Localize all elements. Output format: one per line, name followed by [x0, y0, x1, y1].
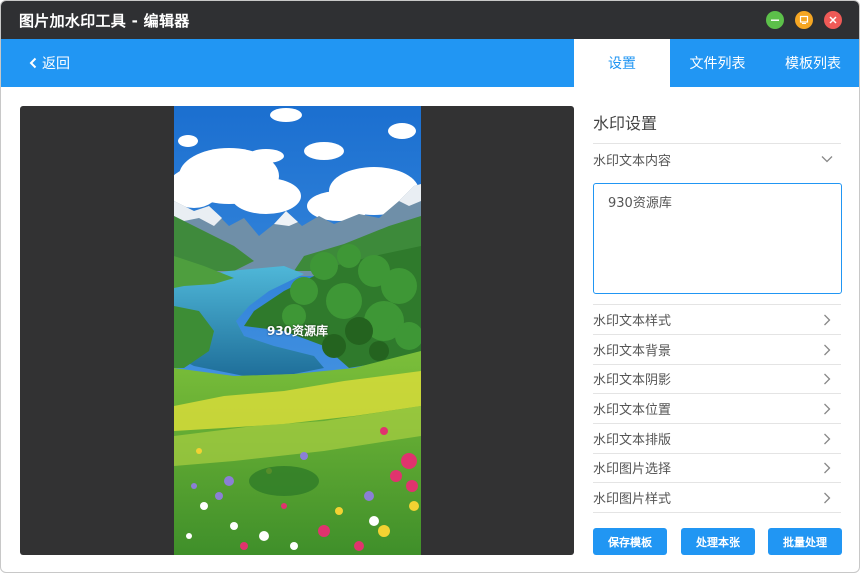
- chevron-right-icon: [824, 462, 831, 473]
- maximize-button[interactable]: [795, 11, 813, 29]
- divider: [593, 512, 841, 513]
- option-label: 水印文本背景: [593, 344, 672, 359]
- section-watermark-text-content[interactable]: 水印文本内容: [593, 143, 841, 175]
- option-label: 水印文本样式: [593, 314, 672, 329]
- chevron-left-icon: [29, 57, 37, 69]
- chevron-right-icon: [824, 373, 831, 384]
- back-button[interactable]: 返回: [28, 39, 70, 87]
- close-icon: [829, 16, 837, 24]
- minimize-button[interactable]: [766, 11, 784, 29]
- option-label: 水印图片选择: [593, 462, 672, 477]
- top-nav: 返回 设置 文件列表 模板列表: [1, 39, 859, 87]
- tab-template-list[interactable]: 模板列表: [765, 39, 859, 87]
- title-bar[interactable]: 图片加水印工具 - 编辑器: [1, 1, 859, 39]
- tab-settings[interactable]: 设置: [574, 39, 670, 87]
- process-current-button[interactable]: 处理本张: [681, 528, 755, 555]
- option-label: 水印文本排版: [593, 433, 672, 448]
- option-text-shadow[interactable]: 水印文本阴影: [593, 364, 841, 393]
- watermark-preview-text[interactable]: 930资源库: [174, 322, 421, 339]
- section-label: 水印文本内容: [593, 153, 672, 169]
- watermark-text-input[interactable]: 930资源库: [593, 183, 842, 294]
- option-label: 水印图片样式: [593, 492, 672, 507]
- back-label: 返回: [42, 56, 70, 72]
- tab-file-list[interactable]: 文件列表: [670, 39, 765, 87]
- save-template-button[interactable]: 保存模板: [593, 528, 667, 555]
- option-label: 水印文本阴影: [593, 373, 672, 388]
- app-window: 图片加水印工具 - 编辑器 返回 设置 文件列表 模板列表 930资源库 水印设…: [0, 0, 860, 573]
- option-text-background[interactable]: 水印文本背景: [593, 335, 841, 364]
- chevron-right-icon: [824, 403, 831, 414]
- chevron-right-icon: [824, 492, 831, 503]
- window-title: 图片加水印工具 - 编辑器: [19, 12, 190, 30]
- option-label: 水印文本位置: [593, 403, 672, 418]
- maximize-icon: [799, 15, 809, 24]
- image-preview: 930资源库: [20, 106, 574, 555]
- panel-title: 水印设置: [593, 114, 658, 133]
- minimize-icon: [771, 19, 779, 21]
- option-image-select[interactable]: 水印图片选择: [593, 453, 841, 482]
- option-text-position[interactable]: 水印文本位置: [593, 394, 841, 423]
- option-text-style[interactable]: 水印文本样式: [593, 305, 841, 334]
- chevron-right-icon: [824, 433, 831, 444]
- chevron-right-icon: [824, 344, 831, 355]
- batch-process-button[interactable]: 批量处理: [768, 528, 842, 555]
- option-image-style[interactable]: 水印图片样式: [593, 483, 841, 512]
- preview-image: 930资源库: [174, 106, 421, 555]
- close-button[interactable]: [824, 11, 842, 29]
- chevron-down-icon: [821, 156, 833, 163]
- chevron-right-icon: [824, 314, 831, 325]
- option-text-layout[interactable]: 水印文本排版: [593, 424, 841, 453]
